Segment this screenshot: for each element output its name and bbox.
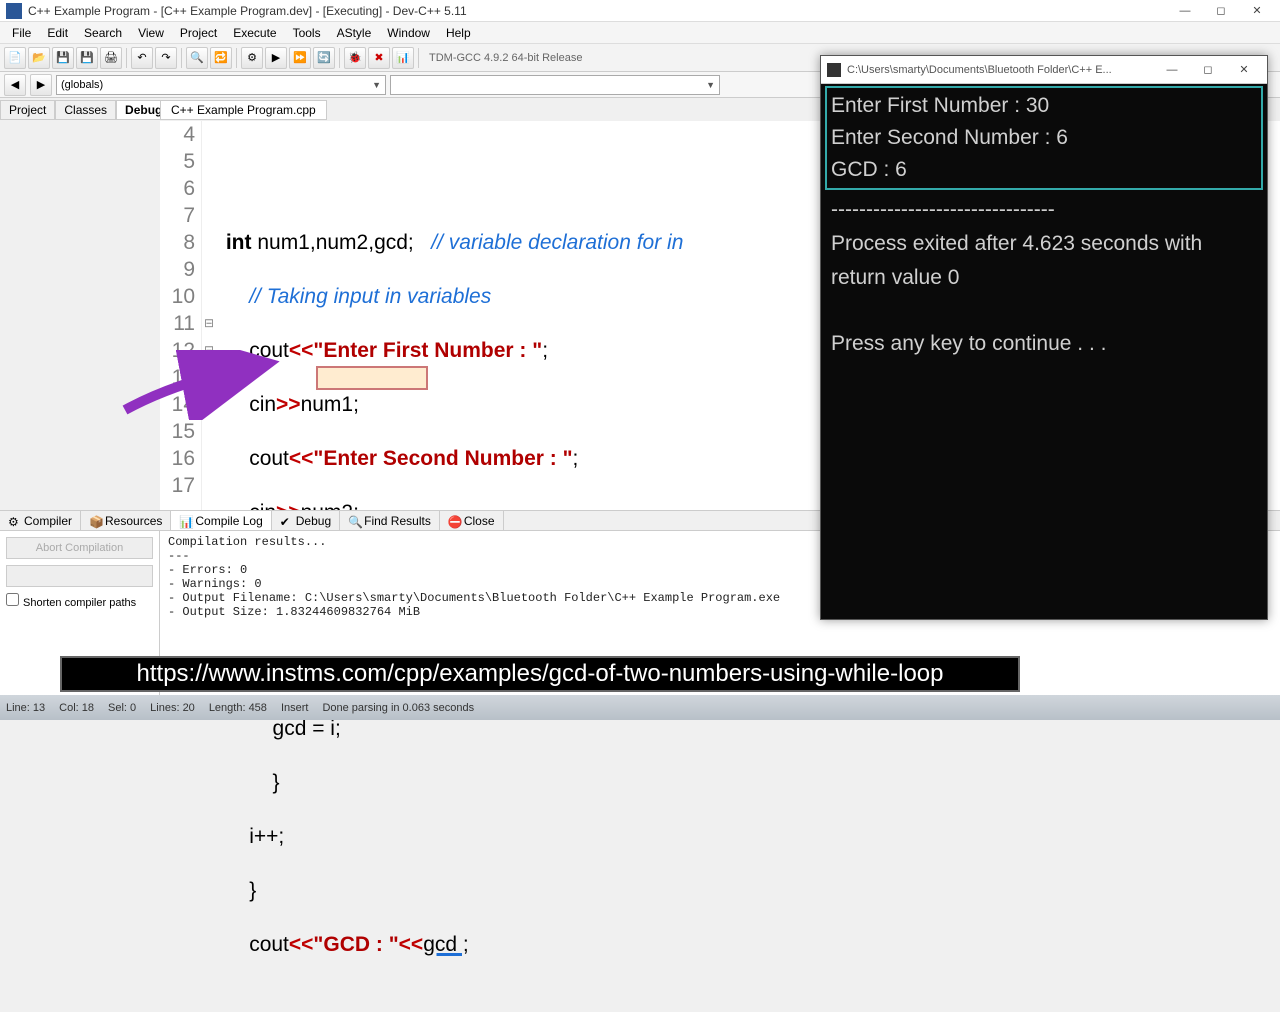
fwd-icon[interactable]: ▶ — [30, 74, 52, 96]
window-title: C++ Example Program - [C++ Example Progr… — [28, 4, 467, 18]
menu-execute[interactable]: Execute — [225, 24, 284, 42]
find-icon[interactable]: 🔍 — [186, 47, 208, 69]
menu-file[interactable]: File — [4, 24, 39, 42]
editor-tabs: C++ Example Program.cpp — [160, 100, 327, 120]
console-output[interactable]: Enter First Number : 30 Enter Second Num… — [821, 84, 1267, 619]
stop-icon[interactable]: ✖ — [368, 47, 390, 69]
statusbar: Line: 13 Col: 18 Sel: 0 Lines: 20 Length… — [0, 695, 1280, 720]
maximize-button[interactable]: ◻ — [1204, 1, 1238, 21]
saveall-icon[interactable]: 💾 — [76, 47, 98, 69]
run-icon[interactable]: ▶ — [265, 47, 287, 69]
rebuild-icon[interactable]: 🔄 — [313, 47, 335, 69]
menu-search[interactable]: Search — [76, 24, 130, 42]
menu-project[interactable]: Project — [172, 24, 225, 42]
menu-edit[interactable]: Edit — [39, 24, 76, 42]
tab-compiler[interactable]: ⚙Compiler — [0, 511, 81, 530]
compile-icon[interactable]: ⚙ — [241, 47, 263, 69]
redo-icon[interactable]: ↷ — [155, 47, 177, 69]
function-combo[interactable]: ▼ — [390, 75, 720, 95]
new-icon[interactable]: 📄 — [4, 47, 26, 69]
url-overlay: https://www.instms.com/cpp/examples/gcd-… — [60, 656, 1020, 692]
close-button[interactable]: ✕ — [1240, 1, 1274, 21]
debug-icon[interactable]: 🐞 — [344, 47, 366, 69]
save-icon[interactable]: 💾 — [52, 47, 74, 69]
abort-compilation-button: Abort Compilation — [6, 537, 153, 559]
console-maximize-button[interactable]: ◻ — [1191, 60, 1225, 80]
globals-combo[interactable]: (globals)▼ — [56, 75, 386, 95]
console-close-button[interactable]: ✕ — [1227, 60, 1261, 80]
status-insert: Insert — [281, 702, 309, 714]
menu-window[interactable]: Window — [379, 24, 438, 42]
progress-bar — [6, 565, 153, 587]
menubar: File Edit Search View Project Execute To… — [0, 22, 1280, 44]
replace-icon[interactable]: 🔁 — [210, 47, 232, 69]
profile-icon[interactable]: 📊 — [392, 47, 414, 69]
tab-project[interactable]: Project — [0, 100, 55, 120]
tab-compile-log[interactable]: 📊Compile Log — [171, 511, 271, 530]
compile-run-icon[interactable]: ⏩ — [289, 47, 311, 69]
tab-find-results[interactable]: 🔍Find Results — [340, 511, 440, 530]
line-gutter: 456 789 101112 131415 1617 — [160, 121, 202, 510]
status-length: Length: 458 — [209, 702, 267, 714]
minimize-button[interactable]: — — [1168, 1, 1202, 21]
status-line: Line: 13 — [6, 702, 45, 714]
fold-gutter: ⊟⊟ — [202, 121, 216, 510]
app-icon — [6, 3, 22, 19]
shorten-paths-checkbox[interactable]: Shorten compiler paths — [6, 593, 153, 609]
menu-view[interactable]: View — [130, 24, 172, 42]
menu-tools[interactable]: Tools — [285, 24, 329, 42]
console-icon — [827, 63, 841, 77]
back-icon[interactable]: ◀ — [4, 74, 26, 96]
menu-help[interactable]: Help — [438, 24, 479, 42]
status-done: Done parsing in 0.063 seconds — [322, 702, 474, 714]
tab-close[interactable]: ⛔Close — [440, 511, 504, 530]
console-title-text: C:\Users\smarty\Documents\Bluetooth Fold… — [847, 64, 1112, 76]
annotation-arrow — [120, 350, 280, 420]
side-tabs: Project Classes Debug — [0, 100, 171, 120]
undo-icon[interactable]: ↶ — [131, 47, 153, 69]
status-lines: Lines: 20 — [150, 702, 195, 714]
print-icon[interactable]: 🖨 — [100, 47, 122, 69]
editor-tab-active[interactable]: C++ Example Program.cpp — [160, 100, 327, 120]
console-minimize-button[interactable]: — — [1155, 60, 1189, 80]
console-window: C:\Users\smarty\Documents\Bluetooth Fold… — [820, 55, 1268, 620]
compiler-select-label[interactable]: TDM-GCC 4.9.2 64-bit Release — [423, 52, 588, 64]
window-titlebar: C++ Example Program - [C++ Example Progr… — [0, 0, 1280, 22]
tab-resources[interactable]: 📦Resources — [81, 511, 171, 530]
menu-astyle[interactable]: AStyle — [329, 24, 380, 42]
open-icon[interactable]: 📂 — [28, 47, 50, 69]
status-col: Col: 18 — [59, 702, 94, 714]
status-sel: Sel: 0 — [108, 702, 136, 714]
console-titlebar: C:\Users\smarty\Documents\Bluetooth Fold… — [821, 56, 1267, 84]
tab-classes[interactable]: Classes — [55, 100, 116, 120]
tab-debug-bottom[interactable]: ✔Debug — [272, 511, 340, 530]
